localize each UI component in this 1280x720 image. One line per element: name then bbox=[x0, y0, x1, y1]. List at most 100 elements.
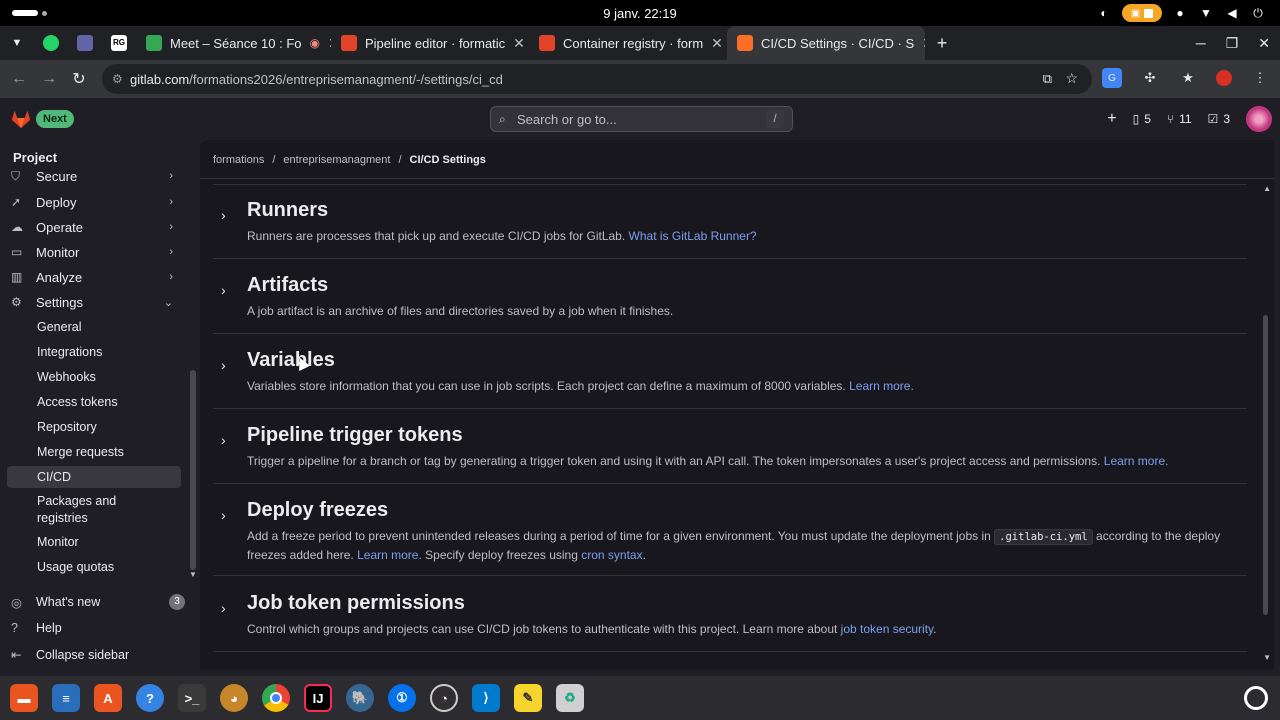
whats-new-button[interactable]: ◎ What's new 3 bbox=[7, 594, 187, 610]
merge-requests-button[interactable]: ⑂ 11 bbox=[1167, 112, 1192, 126]
back-icon[interactable]: ← bbox=[4, 70, 34, 88]
intellij-icon[interactable]: IJ bbox=[304, 684, 332, 712]
dog-app-icon[interactable]: ◕ bbox=[220, 684, 248, 712]
site-info-icon[interactable]: ⚙ bbox=[112, 72, 123, 86]
sidebar-item-analyze[interactable]: ▥ Analyze › bbox=[7, 266, 181, 288]
chevron-right-icon[interactable]: › bbox=[221, 507, 226, 523]
tab-ci-cd-settings[interactable]: CI/CD Settings · CI/CD · S ✕ bbox=[727, 26, 925, 60]
close-icon[interactable]: ✕ bbox=[513, 35, 525, 52]
section-title[interactable]: Variables bbox=[247, 349, 335, 372]
address-bar[interactable]: ⚙ gitlab.com/formations2026/entreprisema… bbox=[102, 64, 1092, 94]
learn-more-link[interactable]: Learn more. bbox=[1104, 454, 1169, 468]
breadcrumb-item[interactable]: entreprisemanagment bbox=[283, 154, 390, 166]
pinned-tab-rg[interactable]: RG bbox=[102, 26, 136, 60]
sidebar-item-monitor[interactable]: ▭ Monitor › bbox=[7, 241, 181, 263]
forward-icon[interactable]: → bbox=[34, 70, 64, 88]
close-icon[interactable]: ✕ bbox=[711, 35, 723, 52]
minimize-icon[interactable]: ─ bbox=[1196, 35, 1206, 51]
gitlab-logo-icon[interactable] bbox=[10, 108, 32, 130]
wifi-icon[interactable]: ▼ bbox=[1198, 5, 1214, 21]
obs-icon[interactable]: ◔ bbox=[430, 684, 458, 712]
terminal-icon[interactable]: >_ bbox=[178, 684, 206, 712]
extensions-puzzle-icon[interactable]: ✣ bbox=[1140, 68, 1160, 88]
what-is-runner-link[interactable]: What is GitLab Runner? bbox=[629, 229, 757, 243]
sidebar-scrollbar[interactable] bbox=[190, 370, 196, 570]
sidebar-sub-monitor[interactable]: Monitor bbox=[7, 531, 181, 553]
chevron-right-icon[interactable]: › bbox=[221, 207, 226, 223]
next-badge[interactable]: Next bbox=[36, 110, 74, 128]
power-icon[interactable]: ⏻ bbox=[1250, 5, 1266, 21]
shield-status-icon[interactable]: ◐ bbox=[1096, 5, 1112, 21]
pinned-tab-whatsapp[interactable] bbox=[34, 26, 68, 60]
sidebar-item-operate[interactable]: ☁ Operate › bbox=[7, 216, 181, 238]
issues-button[interactable]: ▯ 5 bbox=[1133, 112, 1151, 126]
password-manager-icon[interactable]: ① bbox=[388, 684, 416, 712]
files-icon[interactable]: ▬ bbox=[10, 684, 38, 712]
maximize-icon[interactable]: ❐ bbox=[1226, 35, 1239, 52]
job-token-security-link[interactable]: job token security bbox=[841, 622, 934, 636]
pinned-tab-teams[interactable] bbox=[68, 26, 102, 60]
more-menu-icon[interactable]: ⋮ bbox=[1250, 68, 1270, 88]
bookmarks-icon[interactable]: ★ bbox=[1178, 68, 1198, 88]
sidebar-sub-ci-cd[interactable]: CI/CD bbox=[7, 466, 181, 488]
sidebar-item-deploy[interactable]: ➚ Deploy › bbox=[7, 191, 181, 213]
notes-icon[interactable]: ✎ bbox=[514, 684, 542, 712]
vscode-icon[interactable]: ⟩ bbox=[472, 684, 500, 712]
collapse-sidebar-button[interactable]: ⇤ Collapse sidebar bbox=[7, 647, 187, 663]
profile-icon[interactable] bbox=[1216, 70, 1232, 86]
recording-indicator-icon[interactable]: ▣ bbox=[1122, 4, 1162, 22]
sidebar-sub-webhooks[interactable]: Webhooks bbox=[7, 366, 181, 388]
learn-more-link[interactable]: Learn more. bbox=[357, 548, 422, 562]
section-title[interactable]: Runners bbox=[247, 199, 328, 222]
avatar[interactable] bbox=[1246, 106, 1272, 132]
chevron-right-icon[interactable]: › bbox=[221, 432, 226, 448]
chevron-right-icon[interactable]: › bbox=[221, 600, 226, 616]
show-apps-icon[interactable] bbox=[1244, 686, 1268, 710]
todos-button[interactable]: ☑ 3 bbox=[1208, 112, 1230, 126]
help-app-icon[interactable]: ? bbox=[136, 684, 164, 712]
section-title[interactable]: Pipeline trigger tokens bbox=[247, 424, 463, 447]
breadcrumb-item[interactable]: formations bbox=[213, 154, 264, 166]
app-store-icon[interactable]: A bbox=[94, 684, 122, 712]
scroll-up-icon[interactable]: ▲ bbox=[1263, 184, 1271, 193]
sidebar-sub-merge-requests[interactable]: Merge requests bbox=[7, 441, 181, 463]
tab-meet[interactable]: Meet – Séance 10 : Fo ◉ ✕ bbox=[136, 26, 331, 60]
volume-icon[interactable]: ◀ bbox=[1224, 5, 1240, 21]
breadcrumb-current[interactable]: CI/CD Settings bbox=[410, 154, 486, 166]
close-window-icon[interactable]: ✕ bbox=[1258, 35, 1270, 52]
scroll-down-icon[interactable]: ▼ bbox=[1263, 653, 1271, 662]
text-editor-icon[interactable]: ≡ bbox=[52, 684, 80, 712]
chrome-icon[interactable] bbox=[262, 684, 290, 712]
postgres-icon[interactable]: 🐘 bbox=[346, 684, 374, 712]
translate-icon[interactable]: G bbox=[1102, 68, 1122, 88]
section-title[interactable]: Artifacts bbox=[247, 274, 328, 297]
sidebar-sub-packages-registries[interactable]: Packages and registries bbox=[7, 491, 137, 529]
sidebar-sub-integrations[interactable]: Integrations bbox=[7, 341, 181, 363]
sidebar-sub-usage-quotas[interactable]: Usage quotas bbox=[7, 556, 181, 578]
chevron-right-icon[interactable]: › bbox=[221, 282, 226, 298]
new-tab-button[interactable]: + bbox=[925, 26, 959, 60]
reload-icon[interactable]: ↻ bbox=[64, 69, 94, 89]
install-app-icon[interactable]: ⧉ bbox=[1043, 71, 1052, 87]
sidebar-sub-repository[interactable]: Repository bbox=[7, 416, 181, 438]
create-new-button[interactable]: + bbox=[1107, 110, 1116, 128]
sidebar-sub-general[interactable]: General bbox=[7, 316, 181, 338]
search-input[interactable]: ⌕ Search or go to... / bbox=[490, 106, 793, 132]
tab-pipeline-editor[interactable]: Pipeline editor · formatic ✕ bbox=[331, 26, 529, 60]
main-scrollbar[interactable] bbox=[1263, 315, 1268, 615]
scroll-down-icon[interactable]: ▼ bbox=[189, 570, 197, 579]
sidebar-item-secure[interactable]: ⛉ Secure › bbox=[7, 166, 181, 186]
sidebar-sub-access-tokens[interactable]: Access tokens bbox=[7, 391, 181, 413]
help-button[interactable]: ? Help bbox=[7, 621, 187, 635]
trash-icon[interactable]: ♻ bbox=[556, 684, 584, 712]
cron-syntax-link[interactable]: cron syntax bbox=[581, 548, 642, 562]
tab-container-registry[interactable]: Container registry · form ✕ bbox=[529, 26, 727, 60]
section-title[interactable]: Deploy freezes bbox=[247, 499, 388, 522]
learn-more-link[interactable]: Learn more. bbox=[849, 379, 914, 393]
system-clock[interactable]: 9 janv. 22:19 bbox=[0, 6, 1280, 21]
sidebar-item-settings[interactable]: ⚙ Settings ⌄ bbox=[7, 291, 181, 313]
tab-list-button[interactable]: ▼ bbox=[0, 26, 34, 60]
chevron-right-icon[interactable]: › bbox=[221, 357, 226, 373]
microphone-icon[interactable]: ● bbox=[1172, 5, 1188, 21]
bookmark-star-icon[interactable]: ☆ bbox=[1065, 70, 1078, 87]
